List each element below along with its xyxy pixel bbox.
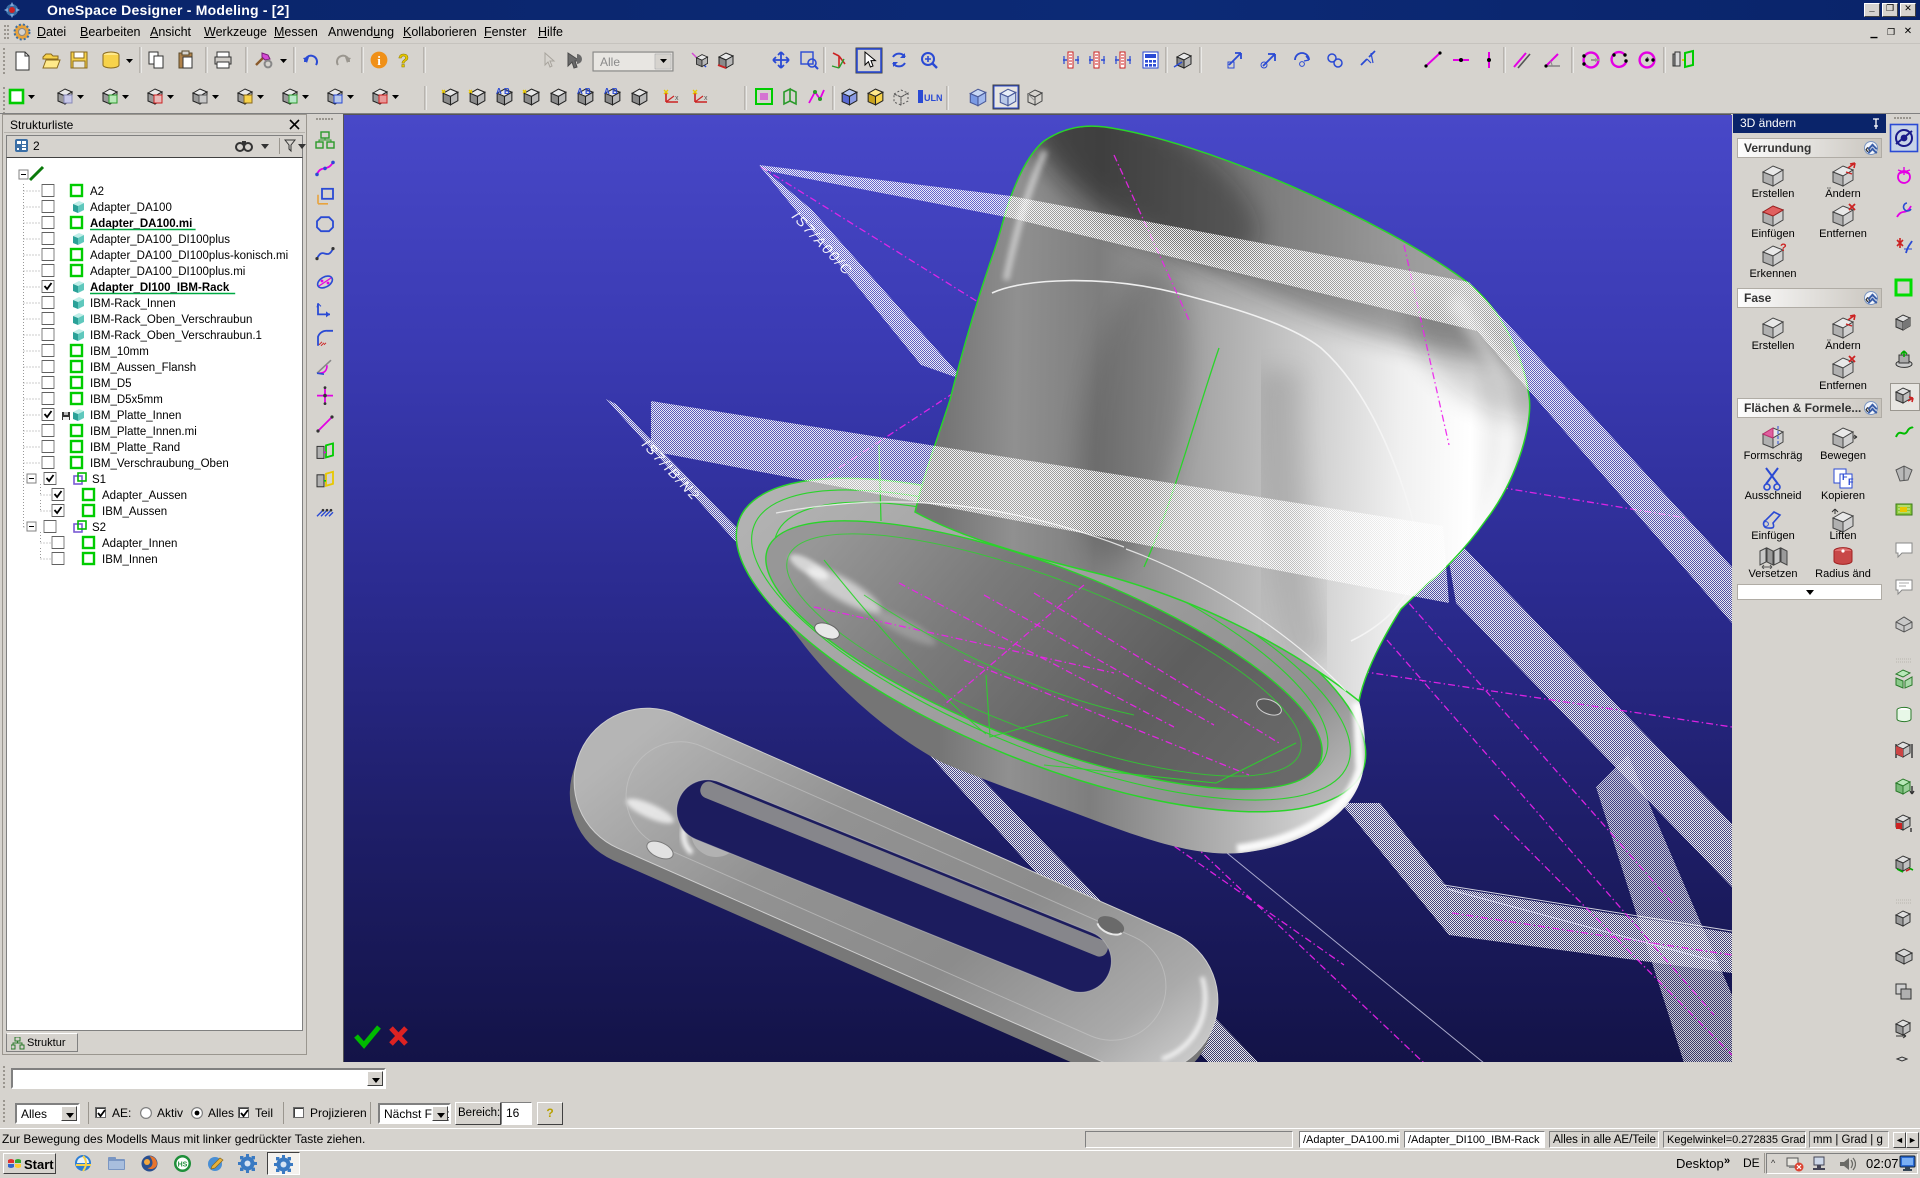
svg-text:Adapter_DI100_IBM-Rack: Adapter_DI100_IBM-Rack [90, 282, 230, 294]
svg-text:Adapter_DA100_DI100plus-konisc: Adapter_DA100_DI100plus-konisch.mi [90, 250, 288, 262]
svg-text:S1: S1 [92, 474, 106, 486]
svg-text:F: F [1848, 477, 1854, 487]
svg-text:A2: A2 [90, 186, 104, 198]
svg-text:ULN: ULN [924, 93, 943, 103]
svg-text:IBM_Platte_Innen.mi: IBM_Platte_Innen.mi [90, 426, 197, 438]
svg-text:IBM_Aussen: IBM_Aussen [102, 506, 167, 518]
svg-text:A: A [604, 87, 610, 96]
svg-text:IBM-Rack_Oben_Verschraubun: IBM-Rack_Oben_Verschraubun [90, 314, 252, 326]
svg-text:Adapter_DA100_DI100plus: Adapter_DA100_DI100plus [90, 234, 230, 246]
svg-text:IBM_Verschraubung_Oben: IBM_Verschraubung_Oben [90, 458, 229, 470]
svg-text:Alle: Alle [600, 55, 620, 69]
svg-text:B: B [504, 87, 510, 96]
svg-text:A: A [496, 87, 502, 96]
svg-text:Adapter_DA100: Adapter_DA100 [90, 202, 172, 214]
svg-text:?: ? [398, 51, 409, 71]
svg-text:IBM_Innen: IBM_Innen [102, 554, 158, 566]
svg-text:Adapter_DA100_DI100plus.mi: Adapter_DA100_DI100plus.mi [90, 266, 245, 278]
svg-text:B: B [585, 87, 591, 96]
svg-text:?: ? [1780, 242, 1787, 254]
svg-text:Adapter_Aussen: Adapter_Aussen [102, 490, 187, 502]
svg-text:IBM_Platte_Rand: IBM_Platte_Rand [90, 442, 180, 454]
svg-text:HS: HS [178, 1162, 188, 1169]
svg-text:A: A [577, 87, 583, 96]
svg-text:IBM_Aussen_Flansh: IBM_Aussen_Flansh [90, 362, 196, 374]
svg-text:i: i [377, 53, 381, 68]
svg-text:Adapter_Innen: Adapter_Innen [102, 538, 177, 550]
svg-text:B: B [612, 87, 618, 96]
svg-text:IBM_D5: IBM_D5 [90, 378, 132, 390]
svg-text:IBM_D5x5mm: IBM_D5x5mm [90, 394, 163, 406]
svg-text:IBM-Rack_Oben_Verschraubun.1: IBM-Rack_Oben_Verschraubun.1 [90, 330, 262, 342]
svg-text:IBM_Platte_Innen: IBM_Platte_Innen [90, 410, 181, 422]
svg-text:IBM-Rack_Innen: IBM-Rack_Innen [90, 298, 176, 310]
svg-text:IBM_10mm: IBM_10mm [90, 346, 149, 358]
svg-text:x: x [704, 95, 708, 102]
svg-text:Adapter_DA100.mi: Adapter_DA100.mi [90, 218, 192, 230]
svg-text:S2: S2 [92, 522, 106, 534]
svg-text:x: x [675, 95, 679, 102]
